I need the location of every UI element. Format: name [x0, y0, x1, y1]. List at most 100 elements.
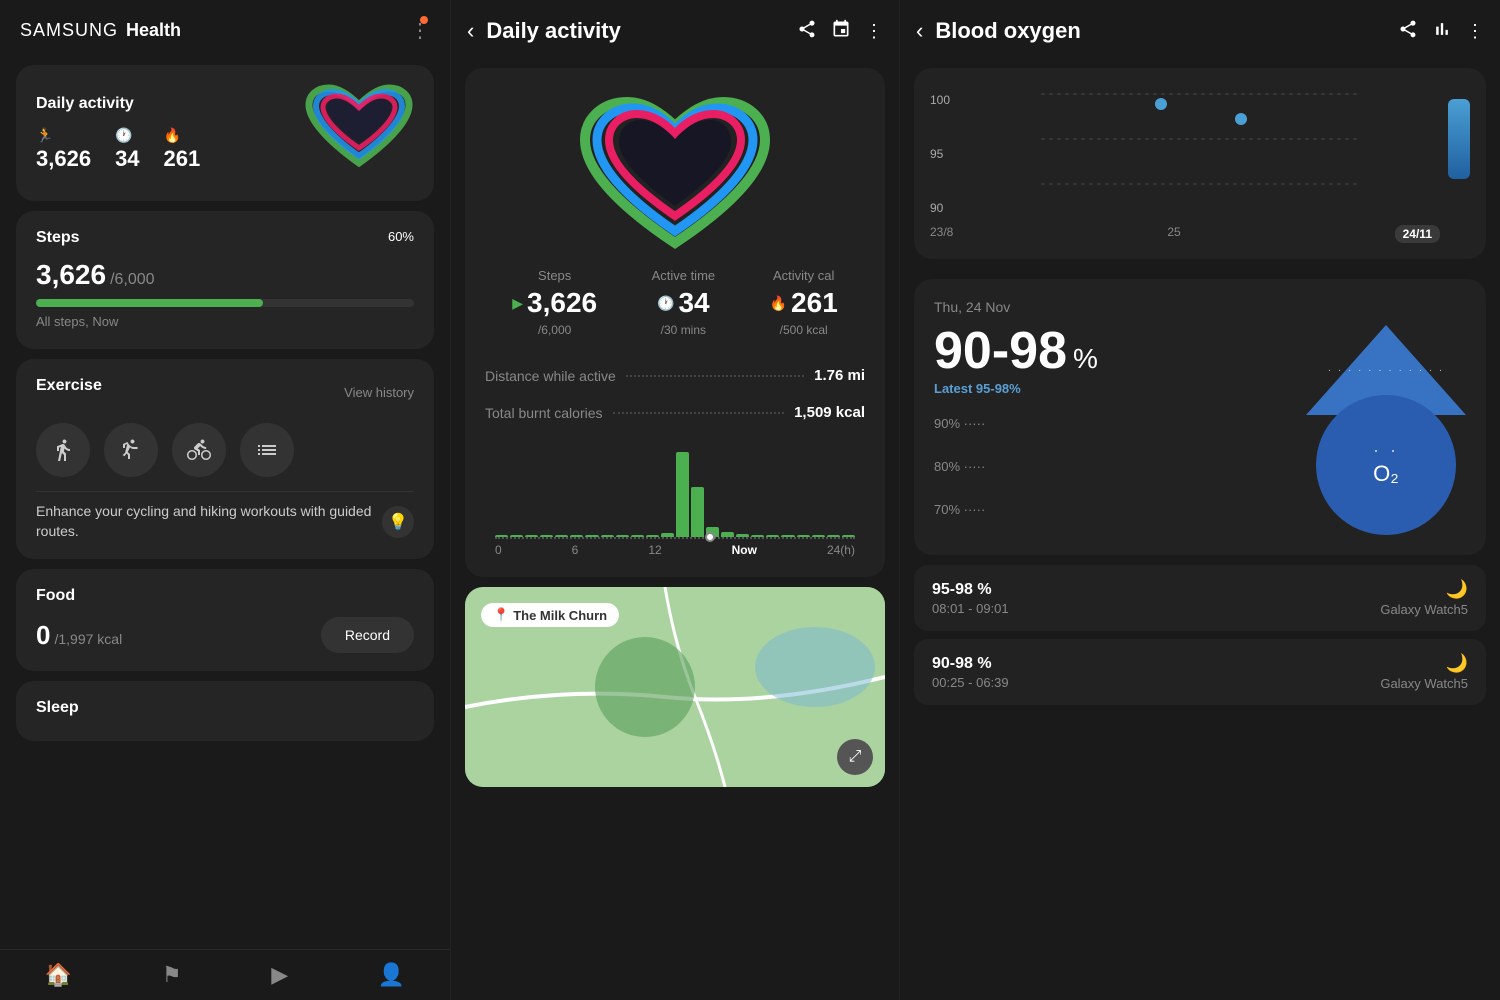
steps-goal: /6,000	[110, 271, 154, 289]
steps-percent: 60%	[388, 229, 414, 244]
middle-scroll[interactable]: Steps ▶ 3,626 /6,000 Active time 🕐 34 /3…	[451, 58, 899, 1000]
x-label-12: 12	[648, 543, 661, 557]
bulb-icon: 💡	[382, 506, 414, 538]
list-button[interactable]	[240, 423, 294, 477]
history-list: 95-98 % 08:01 - 09:01 🌙 Galaxy Watch5 90…	[900, 565, 1500, 705]
left-panel: SAMSUNG Health ⋮ Daily activity 🏃 3,626 …	[0, 0, 450, 1000]
nav-play[interactable]: ▶	[271, 962, 288, 990]
reading-left: 90-98 % Latest 95-98% 90% ····· 80% ····…	[934, 325, 1098, 517]
record-button[interactable]: Record	[321, 617, 414, 653]
view-history-link[interactable]: View history	[344, 385, 414, 400]
history-item-1-right: 🌙 Galaxy Watch5	[1380, 579, 1468, 617]
food-goal: /1,997 kcal	[54, 631, 122, 647]
history-2-moon-icon: 🌙	[1446, 653, 1468, 674]
calories-icon: 🔥	[164, 127, 181, 144]
steps-label: Steps	[538, 268, 571, 283]
latest-badge: Latest 95-98%	[934, 381, 1098, 396]
history-item-2-right: 🌙 Galaxy Watch5	[1380, 653, 1468, 691]
middle-more-button[interactable]: ⋮	[865, 21, 883, 42]
right-more-button[interactable]: ⋮	[1466, 21, 1484, 42]
stats-row: Steps ▶ 3,626 /6,000 Active time 🕐 34 /3…	[485, 268, 865, 337]
sleep-title: Sleep	[36, 699, 414, 717]
walk-button[interactable]	[36, 423, 90, 477]
run-button[interactable]	[104, 423, 158, 477]
steps-count: 3,626	[36, 146, 91, 172]
x-label-24: 24(h)	[827, 543, 855, 557]
history-2-range: 90-98 %	[932, 655, 1009, 673]
calendar-button[interactable]	[831, 19, 851, 44]
active-time-count: 34	[115, 146, 139, 172]
nav-home[interactable]: 🏠	[45, 962, 72, 990]
x-label-23-8: 23/8	[930, 225, 953, 243]
o2-symbol: O₂	[1373, 461, 1399, 487]
steps-subtitle: All steps, Now	[36, 314, 118, 329]
samsung-logo: SAMSUNG Health	[20, 20, 181, 41]
right-chart-button[interactable]	[1432, 19, 1452, 44]
history-1-time: 08:01 - 09:01	[932, 601, 1009, 616]
y-label-100: 100	[930, 93, 950, 107]
exercise-card[interactable]: Exercise View history Enhance you	[16, 359, 434, 559]
reading-content: 90-98 % Latest 95-98% 90% ····· 80% ····…	[934, 325, 1466, 535]
exercise-title: Exercise	[36, 377, 102, 395]
right-title: Blood oxygen	[935, 18, 1386, 44]
nav-flag[interactable]: ⚑	[162, 962, 182, 990]
spo2-bar-indicator	[1448, 99, 1470, 179]
brand-name: SAMSUNG	[20, 20, 118, 41]
exercise-divider	[36, 491, 414, 492]
spo2-line-chart	[962, 84, 1470, 219]
daily-activity-title: Daily activity	[36, 95, 200, 113]
reading-y-labels: 90% ····· 80% ····· 70% ·····	[934, 416, 1098, 517]
right-share-button[interactable]	[1398, 19, 1418, 44]
active-time-icon: 🕐	[115, 127, 132, 144]
history-2-source: Galaxy Watch5	[1380, 676, 1468, 691]
share-button[interactable]	[797, 19, 817, 44]
steps-icon: 🏃	[36, 127, 53, 144]
app-name: Health	[126, 20, 181, 41]
map-background: 📍 The Milk Churn ⤢	[465, 587, 885, 787]
steps-stat: Steps ▶ 3,626 /6,000	[512, 268, 597, 337]
y-label-95: 95	[930, 147, 950, 161]
active-time-metric: 🕐 34	[115, 127, 139, 172]
reading-y-90: 90% ·····	[934, 416, 1098, 431]
drop-body: · · O₂	[1316, 395, 1456, 535]
steps-card[interactable]: Steps 60% 3,626 /6,000 All steps, Now	[16, 211, 434, 349]
active-time-stat-value: 34	[678, 287, 709, 319]
cycle-button[interactable]	[172, 423, 226, 477]
history-1-source: Galaxy Watch5	[1380, 602, 1468, 617]
calories-value: 1,509 kcal	[794, 404, 865, 421]
middle-back-button[interactable]: ‹	[467, 18, 474, 44]
heart-large-graphic	[575, 88, 775, 268]
expand-map-button[interactable]: ⤢	[837, 739, 873, 775]
history-2-time: 00:25 - 06:39	[932, 675, 1009, 690]
reading-y-80: 80% ·····	[934, 459, 1098, 474]
reading-date: Thu, 24 Nov	[934, 299, 1466, 315]
x-label-6: 6	[572, 543, 579, 557]
home-icon: 🏠	[45, 962, 72, 988]
sleep-card[interactable]: Sleep	[16, 681, 434, 741]
food-card[interactable]: Food 0 /1,997 kcal Record	[16, 569, 434, 671]
nav-profile[interactable]: 👤	[378, 962, 405, 990]
distance-dots	[626, 375, 804, 377]
history-item-2: 90-98 % 00:25 - 06:39 🌙 Galaxy Watch5	[914, 639, 1486, 705]
notification-dot	[420, 16, 428, 24]
steps-metric: 🏃 3,626	[36, 127, 91, 172]
x-label-active: 24/11	[1395, 225, 1440, 243]
spo2-x-labels: 23/8 25 24/11	[930, 225, 1470, 243]
x-label-25: 25	[1167, 225, 1180, 243]
daily-activity-card[interactable]: Daily activity 🏃 3,626 🕐 34 🔥 261	[16, 65, 434, 201]
food-title: Food	[36, 587, 414, 605]
distance-value: 1.76 mi	[814, 367, 865, 384]
map-card[interactable]: 📍 The Milk Churn ⤢	[465, 587, 885, 787]
calories-metric-row: Total burnt calories 1,509 kcal	[485, 394, 865, 431]
steps-progress-fill	[36, 299, 263, 307]
exercise-promo-text: Enhance your cycling and hiking workouts…	[36, 502, 372, 541]
spo2-svg	[962, 84, 1470, 214]
left-header: SAMSUNG Health ⋮	[0, 0, 450, 55]
middle-title: Daily activity	[486, 18, 785, 44]
map-pin-icon: 📍	[493, 607, 509, 623]
active-time-stat: Active time 🕐 34 /30 mins	[652, 268, 716, 337]
bottom-nav: 🏠 ⚑ ▶ 👤	[0, 949, 450, 1000]
distance-metric-row: Distance while active 1.76 mi	[485, 357, 865, 394]
right-back-button[interactable]: ‹	[916, 18, 923, 44]
heart-stats-card: Steps ▶ 3,626 /6,000 Active time 🕐 34 /3…	[465, 68, 885, 577]
